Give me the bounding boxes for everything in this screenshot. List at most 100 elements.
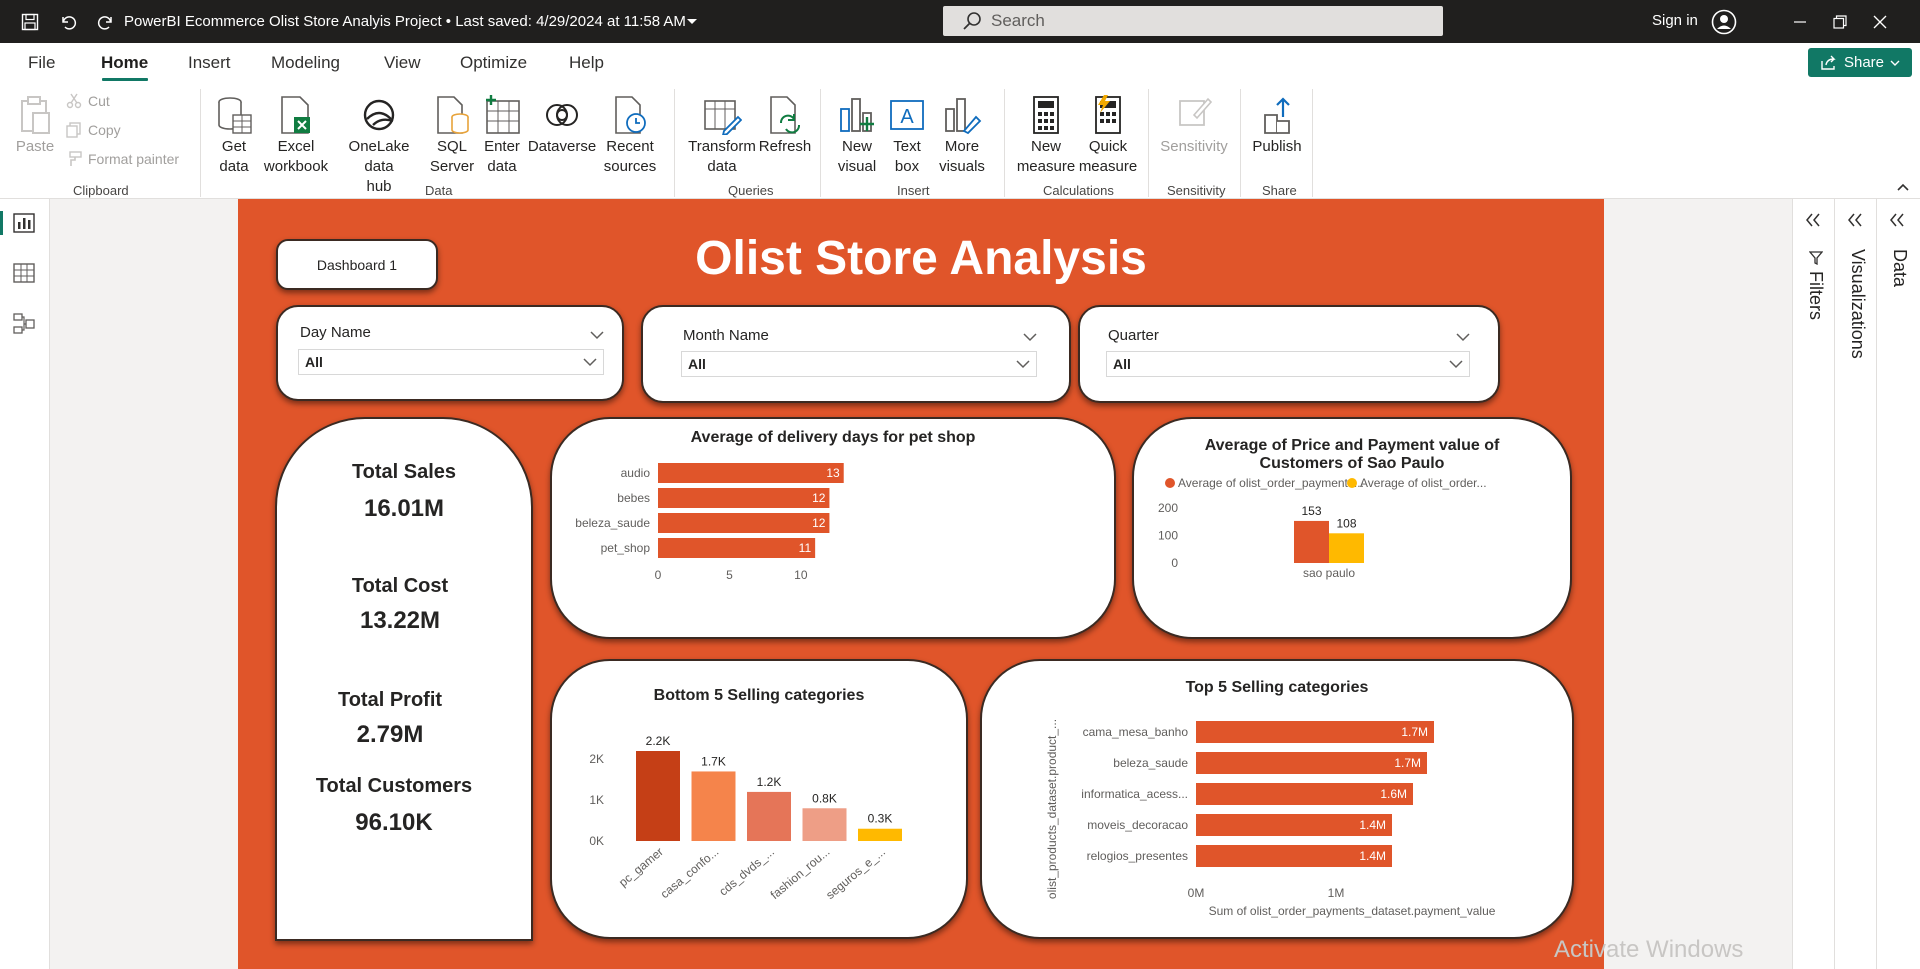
insert-group-label: Insert xyxy=(897,183,930,198)
new-measure-label: New measure xyxy=(1016,138,1076,175)
search-box[interactable]: Search xyxy=(943,6,1443,36)
sensitivity-group-label: Sensitivity xyxy=(1167,183,1226,198)
visualizations-pane[interactable]: Visualizations xyxy=(1834,199,1876,969)
menu-optimize[interactable]: Optimize xyxy=(460,53,527,73)
text-box-label: Text box xyxy=(893,138,921,175)
sql-server-label: SQL Server xyxy=(429,138,475,175)
format-painter-button[interactable]: Format painter xyxy=(66,151,179,167)
title-bar: PowerBI Ecommerce Olist Store Analyis Pr… xyxy=(0,0,1920,43)
category-label: cama_mesa_banho xyxy=(1083,725,1189,739)
chevron-down-icon[interactable] xyxy=(1023,329,1037,347)
refresh-button[interactable]: Refresh xyxy=(756,95,814,157)
visualizations-label: Visualizations xyxy=(1848,249,1868,359)
menu-help[interactable]: Help xyxy=(569,53,604,73)
double-chevron-left-icon[interactable] xyxy=(1847,213,1863,232)
transform-data-icon xyxy=(704,100,742,135)
transform-data-button[interactable]: Transform data xyxy=(684,95,760,177)
kpi-value: 13.22M xyxy=(359,607,441,634)
category-label: beleza_saude xyxy=(1113,756,1188,770)
ribbon: Paste Cut Copy Format painter Clipboard … xyxy=(0,83,1920,199)
cut-label: Cut xyxy=(88,93,110,109)
sign-in-link[interactable]: Sign in xyxy=(1652,12,1698,29)
recent-sources-button[interactable]: Recent sources xyxy=(596,95,664,177)
table-view-icon[interactable] xyxy=(13,263,35,288)
collapse-ribbon-icon[interactable] xyxy=(1896,179,1910,197)
category-label: informatica_acess... xyxy=(1081,787,1188,801)
redo-icon[interactable] xyxy=(88,0,124,43)
sensitivity-button[interactable]: Sensitivity xyxy=(1154,95,1234,157)
top5-plot: cama_mesa_banho 1.7M beleza_saude 1.7M infor… xyxy=(1045,719,1496,918)
dashboard-button[interactable]: Dashboard 1 xyxy=(276,239,438,290)
legend-label: Average of olist_order_payments... xyxy=(1178,476,1364,490)
chevron-down-icon[interactable] xyxy=(590,327,604,345)
more-visuals-icon xyxy=(945,98,982,135)
slicer-dropdown[interactable]: All xyxy=(1106,351,1470,377)
bottom5-chart[interactable]: Bottom 5 Selling categories 0K 1K 2K 2.2K pc… xyxy=(550,659,968,939)
double-chevron-left-icon[interactable] xyxy=(1889,213,1905,232)
price-payment-chart[interactable]: Average of Price and Payment value of Cu… xyxy=(1132,417,1572,639)
restore-icon[interactable] xyxy=(1822,0,1858,43)
save-icon[interactable] xyxy=(12,0,48,43)
chevron-down-icon[interactable] xyxy=(1456,329,1470,347)
double-chevron-left-icon[interactable] xyxy=(1805,213,1821,232)
category-label: pet_shop xyxy=(601,541,651,555)
copy-button[interactable]: Copy xyxy=(66,122,121,138)
sql-server-button[interactable]: SQL Server xyxy=(426,95,478,177)
top5-chart[interactable]: Top 5 Selling categories cama_mesa_banho… xyxy=(980,659,1574,939)
new-visual-button[interactable]: New visual xyxy=(830,95,884,177)
cut-button[interactable]: Cut xyxy=(66,93,110,109)
legend-marker xyxy=(1165,478,1175,488)
report-view-icon[interactable] xyxy=(13,213,35,238)
menu-home[interactable]: Home xyxy=(101,53,148,73)
slicer-dropdown[interactable]: All xyxy=(681,351,1037,377)
undo-icon[interactable] xyxy=(50,0,86,43)
filters-pane[interactable]: Filters xyxy=(1792,199,1834,969)
minimize-icon[interactable] xyxy=(1782,0,1818,43)
filter-icon xyxy=(1808,251,1824,270)
avatar-icon[interactable] xyxy=(1706,0,1742,43)
slicer-title: Month Name xyxy=(683,327,769,344)
data-label: Data xyxy=(1890,249,1910,288)
text-box-button[interactable]: A Text box xyxy=(882,95,932,177)
menu-insert[interactable]: Insert xyxy=(188,53,231,73)
data-label: 1.7M xyxy=(1394,756,1421,770)
dataverse-button[interactable]: Dataverse xyxy=(526,95,598,157)
publish-button[interactable]: Publish xyxy=(1248,95,1306,157)
category-label: moveis_decoracao xyxy=(1087,818,1188,832)
legend-label: Average of olist_order... xyxy=(1360,476,1487,490)
data-label: 12 xyxy=(812,516,826,530)
kpi-card: Total Sales 16.01M Total Cost 13.22M Tot… xyxy=(275,417,533,941)
quick-measure-button[interactable]: Quick measure xyxy=(1074,95,1142,177)
y-tick-label: 0K xyxy=(589,834,604,848)
more-visuals-button[interactable]: More visuals xyxy=(928,95,996,177)
new-measure-button[interactable]: New measure xyxy=(1012,95,1080,177)
paste-icon xyxy=(21,96,50,134)
x-axis-label: Sum of olist_order_payments_dataset.paym… xyxy=(1209,904,1496,918)
onelake-button[interactable]: OneLake data hub xyxy=(332,95,426,197)
onelake-label: OneLake data hub xyxy=(348,138,410,195)
menu-modeling[interactable]: Modeling xyxy=(271,53,340,73)
title-dropdown-icon[interactable] xyxy=(674,0,710,43)
menu-file[interactable]: File xyxy=(28,53,55,73)
menu-view[interactable]: View xyxy=(384,53,421,73)
bottom5-plot: 0K1K2K2.2Kpc_gamer1.7Kcasa_confo...1.2Kc… xyxy=(589,734,902,902)
excel-workbook-button[interactable]: Excel workbook xyxy=(260,95,332,177)
close-icon[interactable] xyxy=(1862,0,1898,43)
enter-data-label: Enter data xyxy=(484,138,520,175)
get-data-button[interactable]: Get data xyxy=(206,95,262,177)
bar xyxy=(1196,721,1434,743)
paste-button[interactable]: Paste xyxy=(12,95,58,157)
y-tick-label: 0 xyxy=(1171,556,1178,570)
share-button[interactable]: Share xyxy=(1808,48,1912,77)
enter-data-button[interactable]: Enter data xyxy=(478,95,526,177)
bar xyxy=(658,538,816,558)
copy-label: Copy xyxy=(88,122,121,138)
onelake-icon xyxy=(363,99,395,131)
slicer-dropdown[interactable]: All xyxy=(298,349,604,375)
paste-label: Paste xyxy=(15,138,55,155)
delivery-days-chart[interactable]: Average of delivery days for pet shop au… xyxy=(550,417,1116,639)
model-view-icon[interactable] xyxy=(13,313,35,340)
kpi-label: Total Sales xyxy=(351,461,457,483)
data-pane[interactable]: Data xyxy=(1876,199,1920,969)
data-label: 1.4M xyxy=(1359,849,1386,863)
